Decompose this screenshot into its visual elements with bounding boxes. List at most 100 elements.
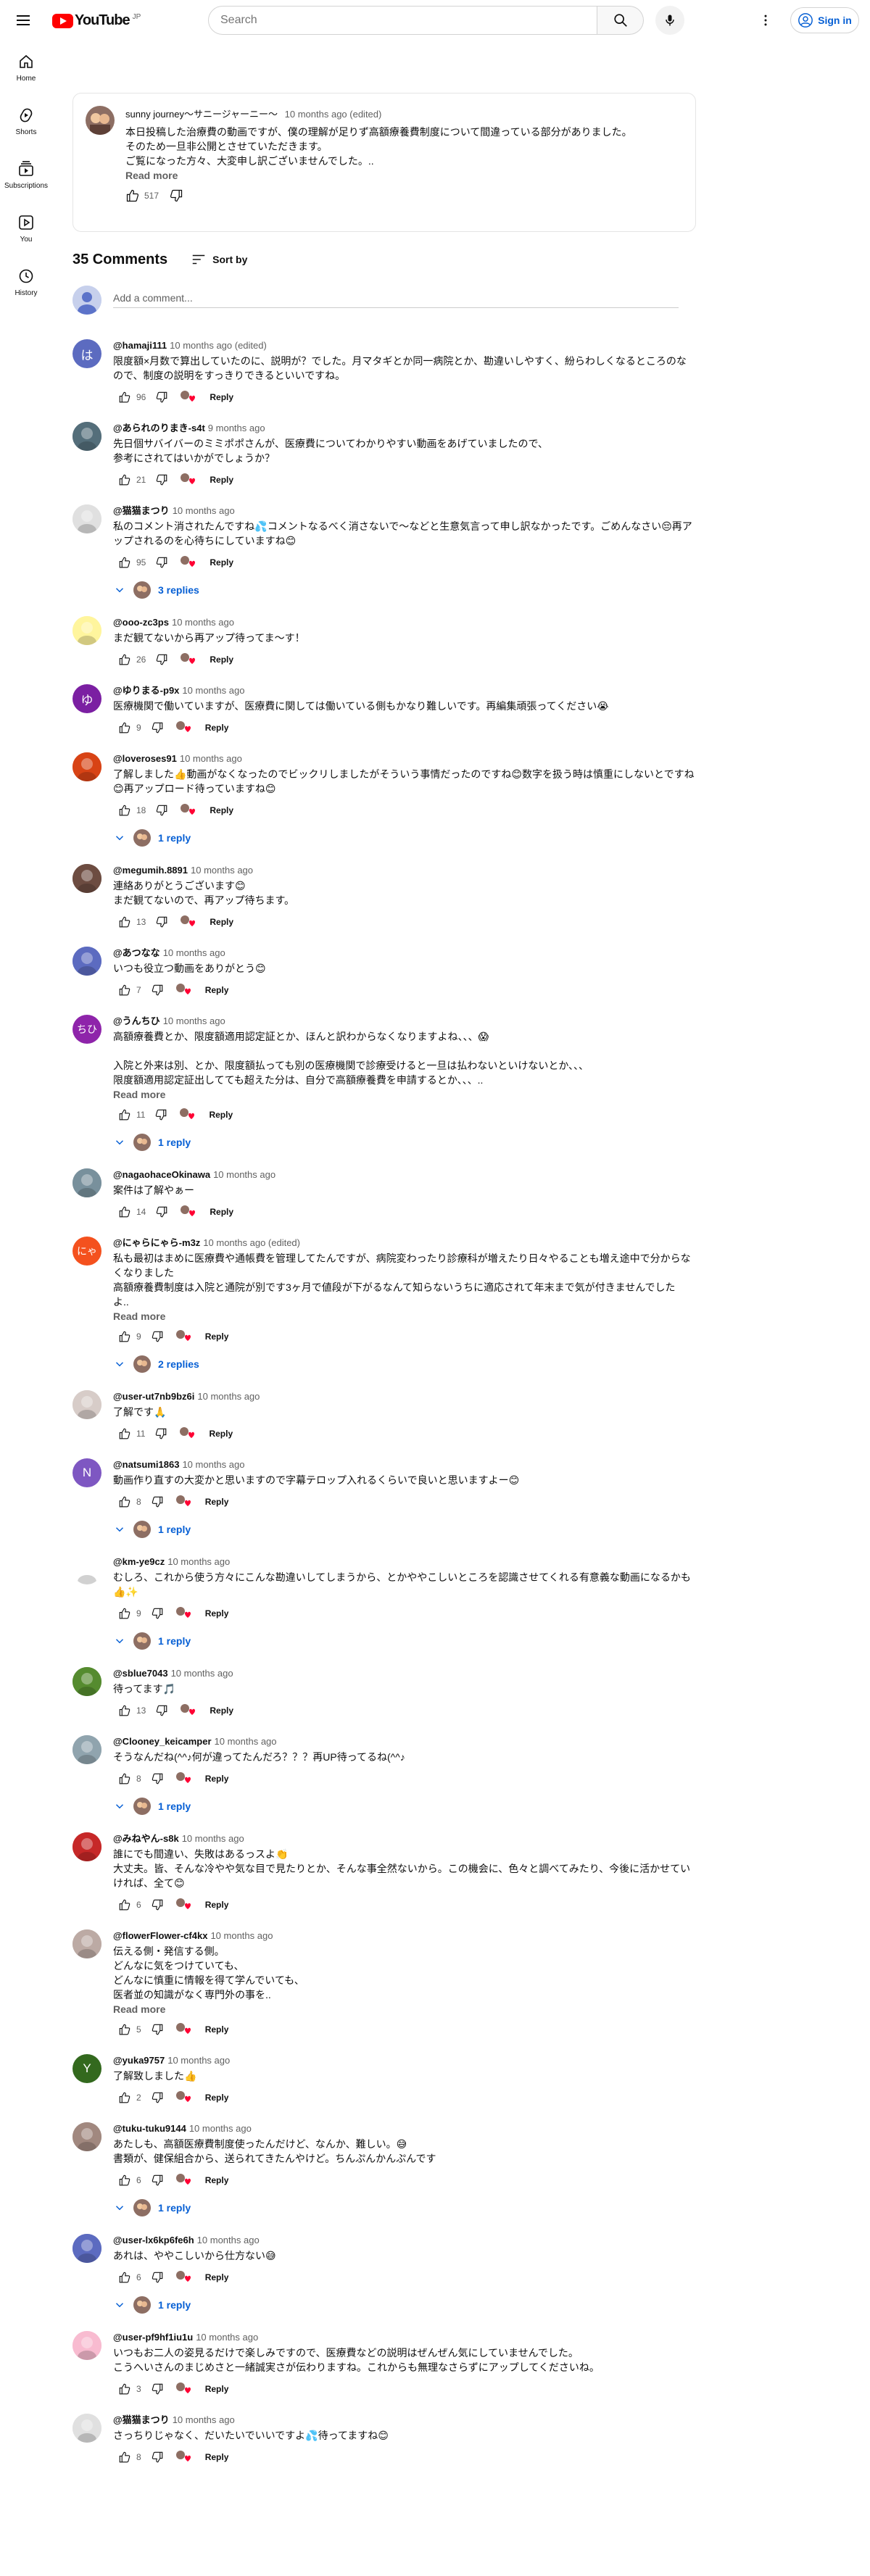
comment-author[interactable]: @user-lx6kp6fe6h [113,2235,194,2245]
avatar[interactable] [72,504,102,533]
avatar[interactable]: ちひ [72,1015,102,1044]
avatar[interactable] [72,1168,102,1197]
reply-button[interactable]: Reply [205,2024,229,2035]
dislike-button[interactable] [146,1893,169,1916]
dislike-button[interactable] [146,2169,169,2192]
comment-time[interactable]: 10 months ago [173,505,235,516]
comment-author[interactable]: @hamaji111 [113,340,167,351]
reply-button[interactable]: Reply [210,805,233,815]
avatar[interactable] [72,2414,102,2443]
avatar[interactable]: は [72,339,102,368]
avatar[interactable] [72,2122,102,2151]
dislike-button[interactable] [150,910,173,934]
view-replies-button[interactable]: 1 reply [113,2195,696,2221]
youtube-logo[interactable]: YouTube JP [52,12,141,29]
like-button[interactable] [113,386,136,409]
reply-button[interactable]: Reply [210,557,233,568]
like-icon[interactable] [125,188,140,203]
dislike-button[interactable] [146,1490,169,1513]
view-replies-button[interactable]: 3 replies [113,577,696,603]
comment-time[interactable]: 10 months ago [172,617,234,628]
search-button[interactable] [597,6,644,35]
comment-time[interactable]: 10 months ago [213,1169,276,1180]
avatar[interactable] [72,422,102,451]
like-button[interactable] [113,468,136,491]
avatar[interactable] [72,1555,102,1584]
comment-time[interactable]: 10 months ago [182,685,244,696]
dislike-button[interactable] [146,1602,169,1625]
comment-author[interactable]: @loveroses91 [113,753,177,764]
comment-author[interactable]: @tuku-tuku9144 [113,2123,186,2134]
dislike-button[interactable] [150,386,173,409]
reply-button[interactable]: Reply [205,2272,229,2282]
comment-time[interactable]: 10 months ago [182,1833,244,1844]
reply-button[interactable]: Reply [205,1331,229,1342]
reply-button[interactable]: Reply [205,2093,229,2103]
avatar[interactable]: Y [72,2054,102,2083]
like-button[interactable] [113,1200,136,1223]
comment-author[interactable]: @うんちひ [113,1015,160,1026]
comment-time[interactable]: 10 months ago [163,1015,225,1026]
dislike-button[interactable] [150,1200,173,1223]
like-button[interactable] [113,1602,136,1625]
reply-button[interactable]: Reply [209,1110,233,1120]
like-button[interactable] [113,551,136,574]
comment-time[interactable]: 10 months ago [180,753,242,764]
comment-author[interactable]: @yuka9757 [113,2055,165,2066]
comment-time[interactable]: 10 months ago (edited) [170,340,267,351]
comment-time[interactable]: 10 months ago [173,2414,235,2425]
like-button[interactable] [113,1103,136,1126]
sidebar-item-you[interactable]: You [0,201,52,255]
like-button[interactable] [113,1325,136,1348]
view-replies-button[interactable]: 2 replies [113,1351,696,1377]
dislike-icon[interactable] [169,188,183,203]
reply-button[interactable]: Reply [205,1497,229,1507]
dislike-button[interactable] [146,716,169,739]
view-replies-button[interactable]: 1 reply [113,1129,696,1155]
reply-button[interactable]: Reply [205,723,229,733]
reply-button[interactable]: Reply [205,2384,229,2394]
view-replies-button[interactable]: 1 reply [113,825,696,851]
search-input[interactable] [220,14,597,27]
read-more-button[interactable]: Read more [113,1310,165,1322]
dislike-button[interactable] [146,2377,169,2401]
comment-author[interactable]: @ooo-zc3ps [113,617,169,628]
comment-author[interactable]: @nagaohaceOkinawa [113,1169,210,1180]
dislike-button[interactable] [146,1767,169,1790]
like-button[interactable] [113,1490,136,1513]
like-button[interactable] [113,910,136,934]
comment-author[interactable]: @megumih.8891 [113,865,188,876]
like-button[interactable] [113,2169,136,2192]
dislike-button[interactable] [149,1103,173,1126]
avatar[interactable] [72,1390,102,1419]
comment-author[interactable]: @あつなな [113,947,160,958]
comment-author[interactable]: @ゆりまる-p9x [113,685,179,696]
read-more-button[interactable]: Read more [113,2003,165,2015]
avatar[interactable] [72,2331,102,2360]
reply-button[interactable]: Reply [205,2452,229,2462]
avatar[interactable]: N [72,1458,102,1487]
comment-time[interactable]: 10 months ago [182,1459,244,1470]
dislike-button[interactable] [146,1325,169,1348]
avatar[interactable] [72,1667,102,1696]
like-button[interactable] [113,1699,136,1722]
view-replies-button[interactable]: 1 reply [113,2292,696,2318]
comment-time[interactable]: 10 months ago [167,1556,230,1567]
avatar[interactable] [72,2234,102,2263]
avatar[interactable] [72,616,102,645]
sidebar-item-history[interactable]: History [0,255,52,309]
avatar[interactable]: ゆ [72,684,102,713]
view-replies-button[interactable]: 1 reply [113,1793,696,1819]
reply-button[interactable]: Reply [205,2175,229,2185]
read-more-button[interactable]: Read more [113,1089,165,1100]
comment-time[interactable]: 10 months ago [163,947,225,958]
comment-time[interactable]: 10 months ago [189,2123,252,2134]
avatar[interactable] [72,752,102,781]
read-more-button[interactable]: Read more [125,170,178,181]
sidebar-item-shorts[interactable]: Shorts [0,94,52,148]
comment-time[interactable]: 10 months ago [196,2332,258,2343]
dislike-button[interactable] [149,1422,173,1445]
comment-author[interactable]: @にゃらにゃら-m3z [113,1237,200,1248]
reply-button[interactable]: Reply [205,1774,229,1784]
sidebar-item-subscriptions[interactable]: Subscriptions [0,148,52,201]
